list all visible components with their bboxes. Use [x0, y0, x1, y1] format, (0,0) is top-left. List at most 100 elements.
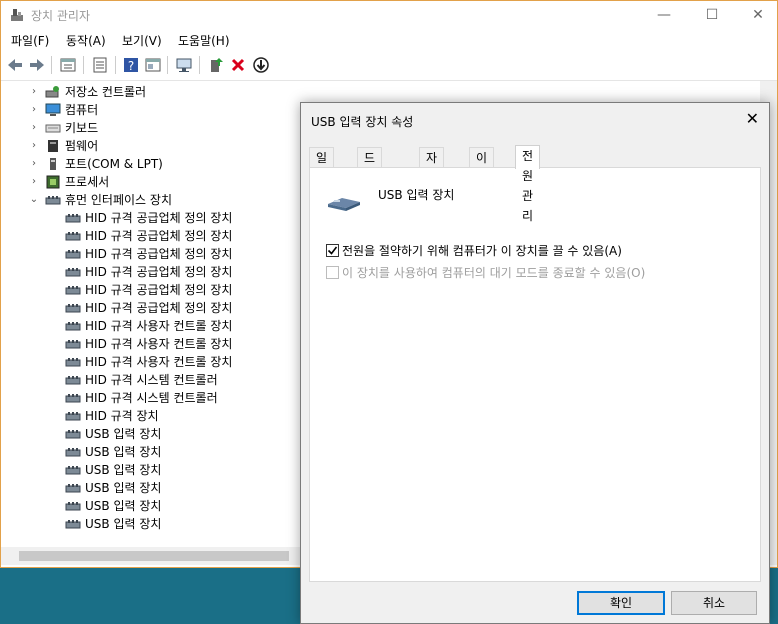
- tree-item-label: 펌웨어: [65, 139, 99, 153]
- minimize-button[interactable]: —: [641, 1, 687, 29]
- firmware-icon: [48, 140, 58, 152]
- tree-item-label: HID 규격 공급업체 정의 장치: [85, 265, 233, 279]
- hid-device-icon: [65, 214, 81, 223]
- menu-view[interactable]: 보기(V): [122, 32, 162, 49]
- tree-item-label: 컴퓨터: [65, 103, 99, 117]
- tree-category[interactable]: › 프로세서: [1, 173, 301, 191]
- tree-device-item[interactable]: HID 규격 사용자 컨트롤 장치: [1, 353, 301, 371]
- help-icon[interactable]: ?: [122, 56, 140, 74]
- tree-device-item[interactable]: HID 규격 공급업체 정의 장치: [1, 281, 301, 299]
- tree-item-label: 포트(COM & LPT): [65, 157, 163, 171]
- chevron-right-icon[interactable]: ›: [29, 137, 39, 155]
- chevron-right-icon[interactable]: ›: [29, 155, 39, 173]
- toolbar-divider: [83, 56, 84, 74]
- tree-item-label: USB 입력 장치: [85, 445, 162, 459]
- tab-general[interactable]: 일반: [309, 147, 335, 185]
- keyboard-icon: [45, 124, 61, 133]
- properties-view-icon[interactable]: [59, 56, 77, 74]
- hid-device-icon: [65, 484, 81, 493]
- chevron-right-icon[interactable]: ›: [29, 101, 39, 119]
- tree-item-label: HID 규격 시스템 컨트롤러: [85, 391, 218, 405]
- tree-device-item[interactable]: HID 규격 시스템 컨트롤러: [1, 371, 301, 389]
- tree-category[interactable]: › 펌웨어: [1, 137, 301, 155]
- tree-device-item[interactable]: USB 입력 장치: [1, 515, 301, 533]
- scan-hardware-icon[interactable]: [175, 56, 193, 74]
- maximize-button[interactable]: ☐: [689, 1, 735, 29]
- checkmark-icon: [327, 246, 338, 255]
- tree-device-item[interactable]: HID 규격 사용자 컨트롤 장치: [1, 335, 301, 353]
- device-name: USB 입력 장치: [378, 188, 455, 202]
- chevron-right-icon[interactable]: ›: [29, 173, 39, 191]
- tree-device-item[interactable]: USB 입력 장치: [1, 497, 301, 515]
- back-arrow-icon[interactable]: [6, 56, 24, 74]
- tree-device-item[interactable]: USB 입력 장치: [1, 479, 301, 497]
- hid-device-icon: [65, 232, 81, 241]
- tree-item-label: HID 규격 공급업체 정의 장치: [85, 283, 233, 297]
- hid-device-icon: [65, 304, 81, 313]
- hid-icon: [45, 196, 61, 205]
- close-button[interactable]: ✕: [735, 1, 778, 29]
- hid-device-icon: [65, 340, 81, 349]
- menu-action[interactable]: 동작(A): [66, 32, 106, 49]
- tree-device-item[interactable]: HID 규격 공급업체 정의 장치: [1, 299, 301, 317]
- tree-item-label: HID 규격 시스템 컨트롤러: [85, 373, 218, 387]
- hid-device-icon: [65, 376, 81, 385]
- tree-item-label: HID 규격 공급업체 정의 장치: [85, 229, 233, 243]
- tree-device-item[interactable]: HID 규격 사용자 컨트롤 장치: [1, 317, 301, 335]
- tree-category[interactable]: › 컴퓨터: [1, 101, 301, 119]
- tab-power-management[interactable]: 전원 관리: [515, 145, 541, 223]
- hid-device-icon: [65, 430, 81, 439]
- allow-power-off-label[interactable]: 전원을 절약하기 위해 컴퓨터가 이 장치를 끌 수 있음(A): [342, 242, 622, 259]
- tree-item-label: HID 규격 사용자 컨트롤 장치: [85, 355, 233, 369]
- tree-item-label: 저장소 컨트롤러: [65, 85, 147, 99]
- uninstall-device-icon[interactable]: [229, 56, 247, 74]
- tree-device-item[interactable]: HID 규격 장치: [1, 407, 301, 425]
- tree-category[interactable]: ⌄ 휴먼 인터페이스 장치: [1, 191, 301, 209]
- ok-button[interactable]: 확인: [577, 591, 665, 615]
- tree-device-item[interactable]: HID 규격 공급업체 정의 장치: [1, 227, 301, 245]
- horizontal-scroll-thumb[interactable]: [19, 551, 289, 561]
- tree-category[interactable]: › 키보드: [1, 119, 301, 137]
- chevron-right-icon[interactable]: ›: [29, 119, 39, 137]
- cancel-button[interactable]: 취소: [671, 591, 757, 615]
- tab-events[interactable]: 이벤트: [469, 147, 495, 205]
- tree-item-label: HID 규격 사용자 컨트롤 장치: [85, 337, 233, 351]
- allow-wake-checkbox: [326, 266, 339, 279]
- chevron-down-icon[interactable]: ⌄: [29, 191, 39, 209]
- toolbar-divider: [51, 56, 52, 74]
- menu-file[interactable]: 파일(F): [11, 32, 49, 49]
- allow-power-off-checkbox[interactable]: [326, 244, 339, 257]
- tree-device-item[interactable]: HID 규격 공급업체 정의 장치: [1, 263, 301, 281]
- tree-category[interactable]: › 포트(COM & LPT): [1, 155, 301, 173]
- hid-device-icon: [65, 268, 81, 277]
- dialog-title: USB 입력 장치 속성: [311, 115, 414, 129]
- hid-device-icon: [65, 520, 81, 529]
- resource-view-icon[interactable]: [144, 56, 162, 74]
- menu-help[interactable]: 도움말(H): [178, 32, 230, 49]
- update-driver-icon[interactable]: [207, 56, 225, 74]
- tab-details[interactable]: 자세히: [419, 147, 445, 205]
- hid-device-icon: [65, 250, 81, 259]
- tab-driver[interactable]: 드라이버: [357, 147, 383, 225]
- tree-device-item[interactable]: HID 규격 공급업체 정의 장치: [1, 245, 301, 263]
- tree-device-item[interactable]: USB 입력 장치: [1, 461, 301, 479]
- toolbar-divider: [199, 56, 200, 74]
- hid-device-icon: [65, 466, 81, 475]
- tree-item-label: 프로세서: [65, 175, 110, 189]
- allow-wake-label: 이 장치를 사용하여 컴퓨터의 대기 모드를 종료할 수 있음(O): [342, 266, 646, 280]
- dialog-close-icon[interactable]: ✕: [746, 109, 759, 128]
- tree-device-item[interactable]: USB 입력 장치: [1, 425, 301, 443]
- tree-device-item[interactable]: HID 규격 시스템 컨트롤러: [1, 389, 301, 407]
- menu-bar: 파일(F) 동작(A) 보기(V) 도움말(H): [1, 29, 777, 51]
- hid-device-icon: [65, 394, 81, 403]
- forward-arrow-icon[interactable]: [28, 56, 46, 74]
- computer-icon: [45, 103, 61, 116]
- chevron-right-icon[interactable]: ›: [29, 83, 39, 101]
- power-management-panel: USB 입력 장치 전원을 절약하기 위해 컴퓨터가 이 장치를 끌 수 있음(…: [309, 167, 761, 582]
- list-view-icon[interactable]: [91, 56, 109, 74]
- disable-device-icon[interactable]: [252, 56, 270, 74]
- tree-device-item[interactable]: USB 입력 장치: [1, 443, 301, 461]
- hid-device-icon: [65, 322, 81, 331]
- tree-device-item[interactable]: HID 규격 공급업체 정의 장치: [1, 209, 301, 227]
- tree-category[interactable]: › 저장소 컨트롤러: [1, 83, 301, 101]
